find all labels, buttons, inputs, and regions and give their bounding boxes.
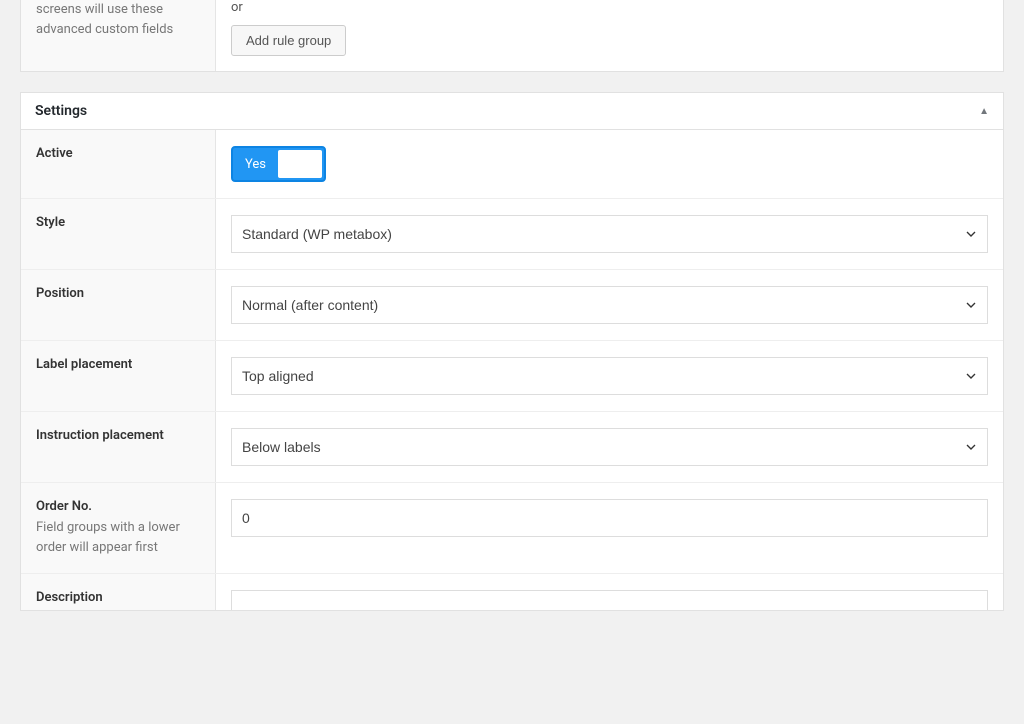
setting-row-label-placement: Label placement Top aligned bbox=[21, 341, 1003, 412]
active-toggle-text: Yes bbox=[235, 157, 278, 172]
instruction-placement-select[interactable]: Below labels bbox=[231, 428, 988, 466]
collapse-icon: ▲ bbox=[979, 106, 989, 117]
active-label: Active bbox=[36, 146, 200, 161]
or-label: or bbox=[231, 0, 988, 15]
active-toggle[interactable]: Yes bbox=[231, 146, 326, 182]
label-placement-select[interactable]: Top aligned bbox=[231, 357, 988, 395]
position-select[interactable]: Normal (after content) bbox=[231, 286, 988, 324]
description-input[interactable] bbox=[231, 590, 988, 610]
location-description: screens will use these advanced custom f… bbox=[21, 0, 216, 71]
instruction-placement-label: Instruction placement bbox=[36, 428, 200, 443]
position-label: Position bbox=[36, 286, 200, 301]
settings-panel: Settings ▲ Active Yes Style Standard (W bbox=[20, 92, 1004, 611]
location-description-text: screens will use these advanced custom f… bbox=[36, 2, 173, 37]
order-no-input[interactable] bbox=[231, 499, 988, 537]
setting-row-description: Description bbox=[21, 574, 1003, 610]
style-select[interactable]: Standard (WP metabox) bbox=[231, 215, 988, 253]
setting-row-style: Style Standard (WP metabox) bbox=[21, 199, 1003, 270]
style-label: Style bbox=[36, 215, 200, 230]
label-placement-label: Label placement bbox=[36, 357, 200, 372]
order-no-description: Field groups with a lower order will app… bbox=[36, 518, 200, 557]
setting-row-instruction-placement: Instruction placement Below labels bbox=[21, 412, 1003, 483]
add-rule-group-button[interactable]: Add rule group bbox=[231, 25, 346, 56]
setting-row-active: Active Yes bbox=[21, 130, 1003, 199]
active-toggle-knob bbox=[278, 150, 322, 178]
setting-row-order-no: Order No. Field groups with a lower orde… bbox=[21, 483, 1003, 574]
order-no-label: Order No. bbox=[36, 499, 200, 514]
description-label: Description bbox=[36, 590, 200, 605]
location-panel-partial: screens will use these advanced custom f… bbox=[20, 0, 1004, 72]
setting-row-position: Position Normal (after content) bbox=[21, 270, 1003, 341]
settings-panel-title: Settings bbox=[35, 103, 87, 119]
settings-panel-header[interactable]: Settings ▲ bbox=[21, 93, 1003, 130]
